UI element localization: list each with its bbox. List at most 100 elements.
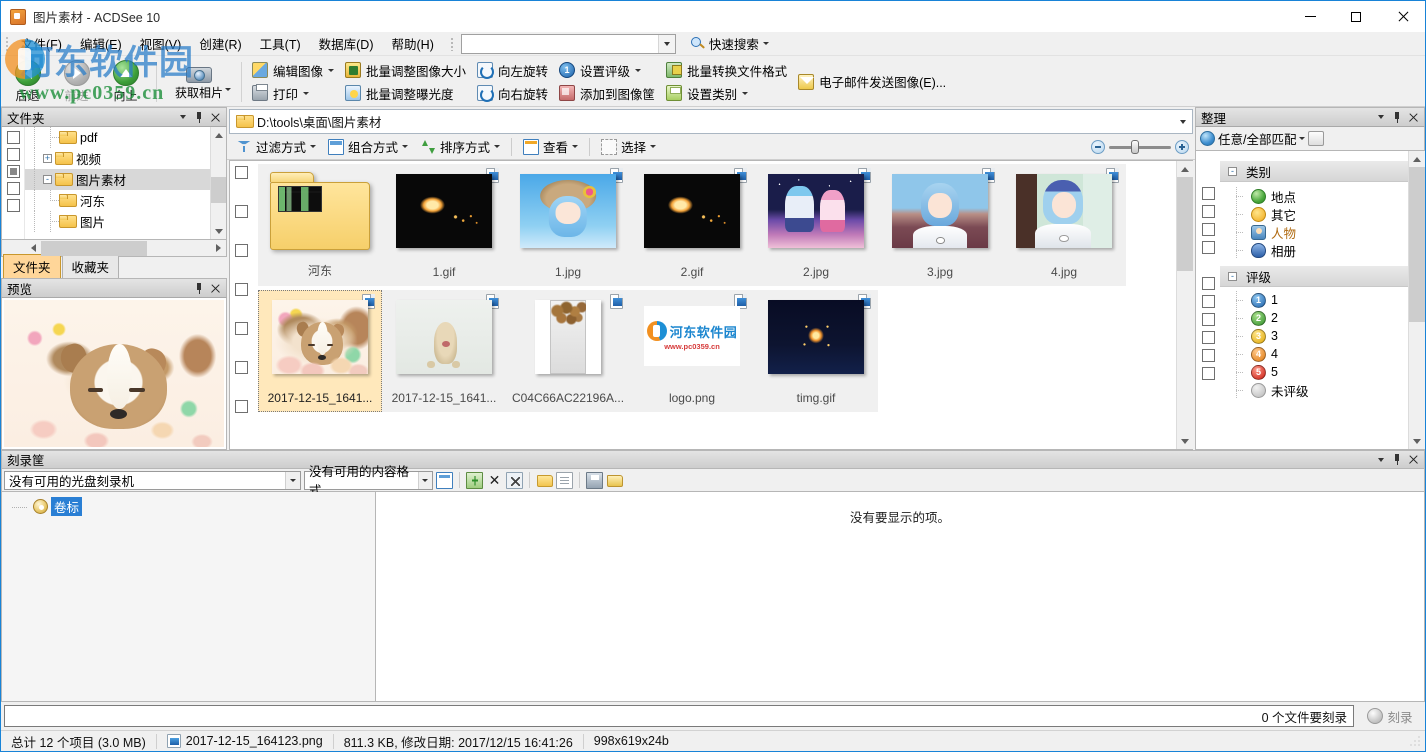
edit-image-button[interactable]: 编辑图像 (248, 59, 341, 81)
save-icon[interactable] (586, 471, 603, 489)
category-checkbox[interactable] (1201, 187, 1215, 200)
get-photos-button[interactable]: 获取相片 (163, 58, 235, 105)
menu-help[interactable]: 帮助(H) (383, 31, 443, 56)
organize-menu-button[interactable] (1373, 109, 1389, 125)
thumbnail-tile-selected[interactable]: 2017-12-15_1641... (258, 290, 382, 412)
thumbnail-tile-folder[interactable]: 河东 (258, 164, 382, 286)
thumbnail-checkbox[interactable] (234, 166, 248, 179)
scroll-down-button[interactable] (1408, 433, 1425, 449)
rating-checkbox[interactable] (1201, 313, 1215, 326)
rating-item-1[interactable]: 1 1 (1220, 291, 1408, 309)
tree-item-pictures-material[interactable]: - 图片素材 (25, 169, 210, 190)
rating-checkbox[interactable] (1201, 331, 1215, 344)
filter-button[interactable]: 过滤方式 (230, 133, 322, 160)
zoom-slider-thumb[interactable] (1131, 139, 1139, 154)
folder-checkbox[interactable] (6, 199, 20, 212)
rating-item-4[interactable]: 4 4 (1220, 345, 1408, 363)
menu-file[interactable]: 文件(F) (12, 31, 71, 56)
thumbnail-tile[interactable]: C04C66AC22196A... (506, 290, 630, 412)
scroll-thumb[interactable] (1177, 177, 1193, 271)
group-header-ratings[interactable]: - 评级 (1220, 266, 1408, 287)
rating-item-3[interactable]: 3 3 (1220, 327, 1408, 345)
address-dropdown-button[interactable] (1174, 110, 1192, 133)
thumbnail-tile[interactable]: 河东软件园 www.pc0359.cn logo.png (630, 290, 754, 412)
category-checkbox[interactable] (1201, 205, 1215, 218)
quick-search-button[interactable]: 快速搜索 (690, 34, 769, 53)
category-item-album[interactable]: 相册 (1220, 241, 1408, 259)
basket-pin-button[interactable] (1389, 452, 1405, 468)
category-item-people[interactable]: 人物 (1220, 223, 1408, 241)
scroll-down-button[interactable] (210, 223, 226, 239)
tree-item-pictures[interactable]: 图片 (25, 211, 210, 232)
folder-checkbox[interactable] (6, 182, 20, 195)
thumbnail-tile[interactable]: 2.jpg (754, 164, 878, 286)
remove-item-icon[interactable]: ✕ (486, 472, 503, 489)
add-item-icon[interactable] (466, 471, 483, 489)
list-view-icon[interactable] (436, 471, 453, 489)
tree-item-video[interactable]: + 视频 (25, 148, 210, 169)
collapse-icon[interactable]: - (43, 175, 52, 184)
scroll-track[interactable] (41, 240, 210, 256)
scroll-right-button[interactable] (210, 241, 226, 256)
open-project-icon[interactable] (606, 472, 623, 489)
menu-view[interactable]: 视图(V) (131, 31, 191, 56)
toolbar-grip[interactable] (447, 35, 457, 53)
scroll-down-button[interactable] (1177, 433, 1193, 449)
add-to-basket-button[interactable]: 添加到图像筐 (555, 82, 662, 104)
scroll-track[interactable] (210, 143, 226, 223)
thumbnail-tile[interactable]: 2017-12-15_1641... (382, 290, 506, 412)
panel-pin-button[interactable] (191, 109, 207, 125)
maximize-button[interactable] (1333, 1, 1379, 32)
preview-close-button[interactable] (207, 280, 223, 296)
thumbnail-checkbox[interactable] (234, 244, 248, 257)
thumbnail-checkbox[interactable] (234, 283, 248, 296)
new-category-icon[interactable] (1308, 131, 1325, 146)
organize-pin-button[interactable] (1389, 109, 1405, 125)
collapse-icon[interactable]: - (1228, 271, 1237, 281)
rating-item-none[interactable]: 未评级 (1220, 381, 1408, 399)
thumbnail-vertical-scrollbar[interactable] (1176, 161, 1193, 449)
resize-grip[interactable] (1408, 734, 1422, 748)
thumbnail-tile[interactable]: 4.jpg (1002, 164, 1126, 286)
folder-checkbox[interactable] (6, 165, 20, 178)
collapse-icon[interactable]: - (1228, 166, 1237, 176)
organize-vertical-scrollbar[interactable] (1408, 151, 1425, 449)
category-checkbox[interactable] (1201, 241, 1215, 254)
burner-select[interactable]: 没有可用的光盘刻录机 (4, 470, 301, 490)
volume-row[interactable]: 卷标 (8, 497, 375, 516)
tree-item-hedong[interactable]: 河东 (25, 190, 210, 211)
scroll-thumb[interactable] (210, 177, 226, 203)
scroll-track[interactable] (1177, 177, 1193, 433)
view-button[interactable]: 查看 (517, 133, 584, 160)
menu-tools[interactable]: 工具(T) (251, 31, 310, 56)
rating-checkbox[interactable] (1201, 295, 1215, 308)
up-button[interactable]: 向上 (101, 59, 150, 106)
thumbnail-tile[interactable]: timg.gif (754, 290, 878, 412)
thumbnail-checkbox[interactable] (234, 205, 248, 218)
menu-edit[interactable]: 编辑(E) (71, 31, 131, 56)
tree-item-pdf[interactable]: pdf (25, 127, 210, 148)
back-button[interactable]: 后退 (3, 59, 52, 106)
rotate-left-button[interactable]: 向左旋转 (473, 59, 555, 81)
organize-close-button[interactable] (1405, 109, 1421, 125)
tab-folders[interactable]: 文件夹 (3, 254, 61, 278)
print-button[interactable]: 打印 (248, 82, 341, 104)
expand-icon[interactable]: + (43, 154, 52, 163)
category-item-other[interactable]: 其它 (1220, 205, 1408, 223)
search-input[interactable] (461, 34, 658, 53)
rating-checkbox[interactable] (1201, 349, 1215, 362)
basket-close-button[interactable] (1405, 452, 1421, 468)
batch-convert-button[interactable]: 批量转换文件格式 (662, 59, 794, 81)
sort-button[interactable]: 排序方式 (414, 133, 506, 160)
thumbnail-tile[interactable]: 2.gif (630, 164, 754, 286)
format-dropdown-arrow[interactable] (417, 471, 432, 489)
clear-all-icon[interactable] (506, 471, 523, 489)
set-rating-button[interactable]: 1 设置评级 (555, 59, 662, 81)
email-images-button[interactable]: 电子邮件发送图像(E)... (794, 71, 953, 93)
zoom-out-button[interactable] (1091, 139, 1105, 154)
rotate-right-button[interactable]: 向右旋转 (473, 82, 555, 104)
panel-close-button[interactable] (207, 109, 223, 125)
group-button[interactable]: 组合方式 (322, 133, 414, 160)
burner-dropdown-arrow[interactable] (285, 471, 300, 489)
tab-favorites[interactable]: 收藏夹 (61, 254, 120, 278)
